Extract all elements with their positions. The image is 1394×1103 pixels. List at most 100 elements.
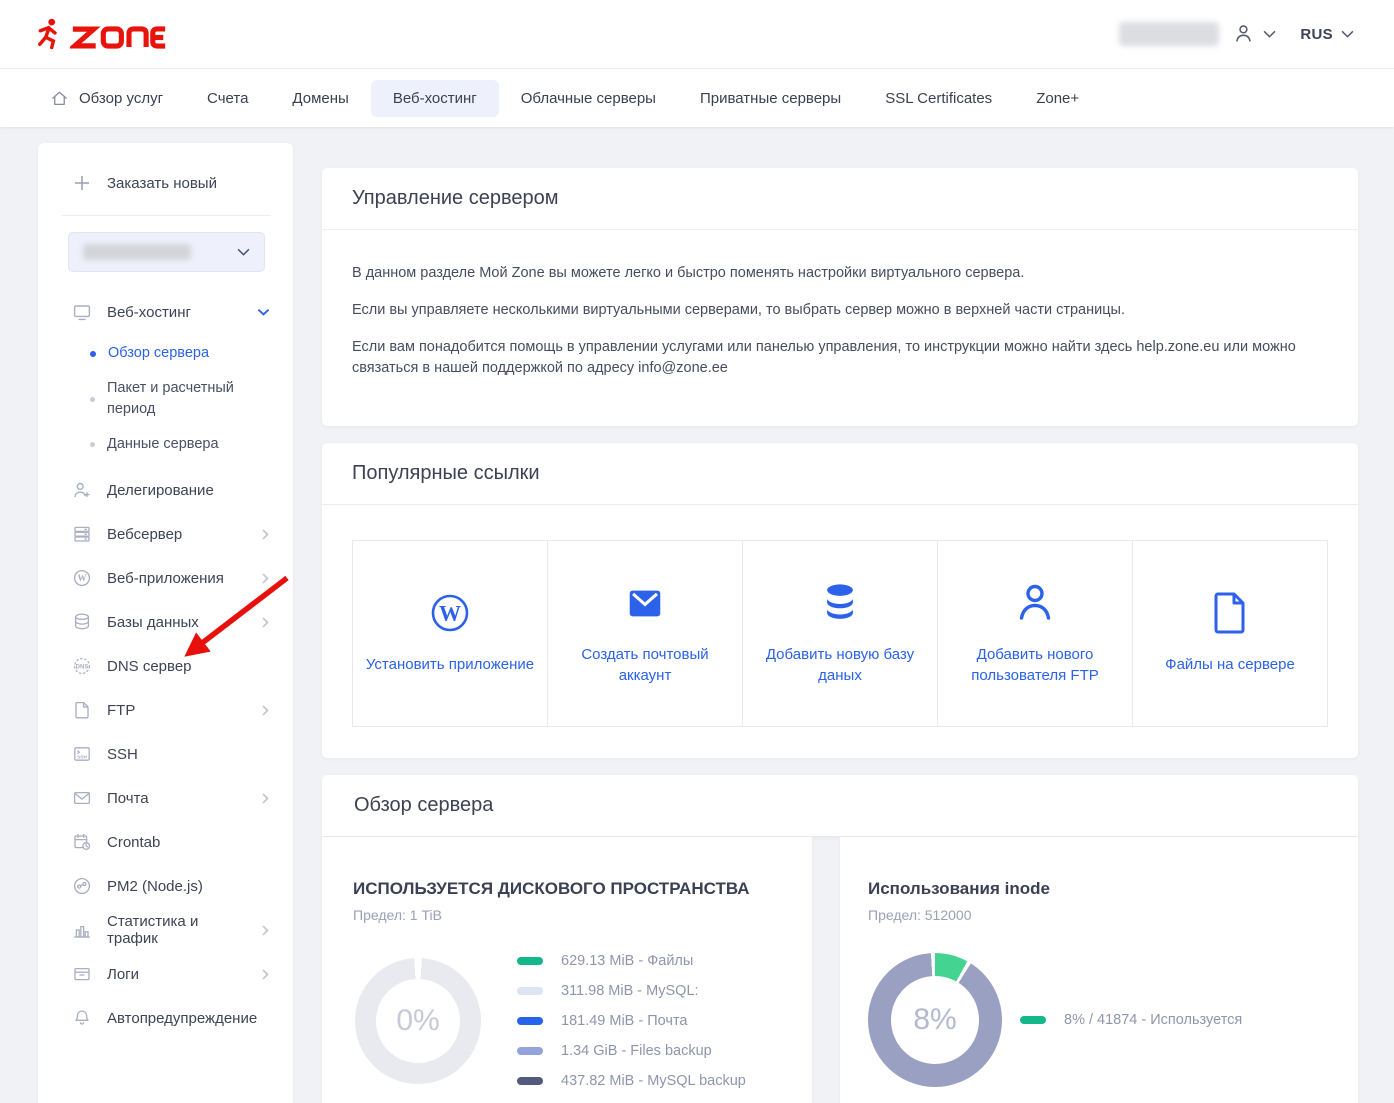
sidebar-item-mail[interactable]: Почта (38, 776, 293, 820)
server-icon (72, 524, 92, 544)
main-content: Управление сервером В данном разделе Мой… (322, 168, 1358, 1103)
legend-item-files: 629.13 MiB - Файлы (517, 953, 746, 969)
sidebar-group-webhosting[interactable]: Веб-хостинг (38, 290, 293, 334)
sidebar-server-select[interactable] (68, 232, 265, 272)
sidebar-webhosting-sublist: Обзор сервера Пакет и расчетный период Д… (38, 334, 293, 468)
database-icon (72, 612, 92, 632)
sidebar-item-logs[interactable]: Логи (38, 952, 293, 996)
legend-swatch (517, 987, 543, 995)
bar-chart-icon (72, 920, 92, 940)
disk-usage-donut-chart: 0% (355, 958, 481, 1084)
chevron-down-icon (1341, 30, 1354, 38)
sidebar-item-delegation[interactable]: Делегирование (38, 468, 293, 512)
sidebar-subitem-server-data[interactable]: Данные сервера (38, 427, 293, 462)
chevron-right-icon (262, 793, 269, 804)
ssh-terminal-icon: SSH (72, 744, 92, 764)
sidebar-item-stats-traffic[interactable]: Статистика и трафик (38, 908, 293, 952)
svg-text:W: W (439, 601, 461, 626)
sidebar-subitem-server-overview[interactable]: Обзор сервера (38, 336, 293, 371)
svg-text:DNS: DNS (76, 664, 89, 670)
server-management-text: В данном разделе Мой Zone вы можете легк… (322, 230, 1358, 426)
masked-server-name (83, 244, 191, 260)
chevron-right-icon (262, 925, 269, 936)
bullet-icon (90, 442, 95, 447)
card-title: Управление сервером (322, 168, 1358, 230)
user-icon (1013, 581, 1057, 625)
plus-icon (72, 173, 92, 193)
inode-usage-limit: Предел: 512000 (868, 907, 1330, 923)
zone-wordmark (70, 24, 168, 51)
server-overview-card: Обзор сервера ИСПОЛЬЗУЕТСЯ ДИСКОВОГО ПРО… (322, 775, 1358, 1103)
sidebar-item-crontab[interactable]: Crontab (38, 820, 293, 864)
mail-icon (72, 788, 92, 808)
nav-item-domains[interactable]: Домены (270, 80, 370, 117)
svg-text:SSH: SSH (77, 754, 87, 760)
sidebar-subitem-package-period[interactable]: Пакет и расчетный период (38, 371, 293, 427)
chevron-right-icon (262, 573, 269, 584)
popular-link-create-mail[interactable]: Создать почтовый аккаунт (548, 541, 743, 726)
inode-usage-percent: 8% (868, 953, 1002, 1087)
disk-usage-legend: 629.13 MiB - Файлы 311.98 MiB - MySQL: 1… (517, 953, 746, 1089)
chevron-right-icon (262, 617, 269, 628)
legend-item-files-backup: 1.34 GiB - Files backup (517, 1043, 746, 1059)
disk-usage-heading: ИСПОЛЬЗУЕТСЯ ДИСКОВОГО ПРОСТРАНСТВА (353, 879, 784, 899)
legend-swatch (517, 1047, 543, 1055)
user-icon (1233, 23, 1255, 45)
nav-item-invoices[interactable]: Счета (185, 80, 270, 117)
popular-link-install-app[interactable]: W Установить приложение (353, 541, 548, 726)
disk-usage-percent: 0% (355, 958, 481, 1084)
bullet-icon (90, 397, 95, 402)
language-selector[interactable]: RUS (1300, 26, 1354, 43)
sidebar-item-autowarning[interactable]: Автопредупреждение (38, 996, 293, 1040)
sidebar-item-ssh[interactable]: SSH SSH (38, 732, 293, 776)
sidebar-item-webserver[interactable]: Вебсервер (38, 512, 293, 556)
user-plus-icon (72, 480, 92, 500)
nav-item-private-servers[interactable]: Приватные серверы (678, 80, 863, 117)
legend-swatch (517, 957, 543, 965)
sidebar-item-ftp[interactable]: FTP (38, 688, 293, 732)
main-nav: Обзор услуг Счета Домены Веб-хостинг Обл… (0, 68, 1394, 127)
popular-link-add-ftp-user[interactable]: Добавить нового пользователя FTP (938, 541, 1133, 726)
paragraph: Если вам понадобится помощь в управлении… (352, 337, 1328, 381)
inode-usage-donut-chart: 8% (868, 953, 1002, 1087)
nav-item-zone-plus[interactable]: Zone+ (1014, 80, 1101, 117)
nav-item-services-overview[interactable]: Обзор услуг (28, 79, 185, 118)
legend-swatch (1020, 1016, 1046, 1024)
sidebar-item-web-apps[interactable]: W Веб-приложения (38, 556, 293, 600)
popular-link-add-database[interactable]: Добавить новую базу даных (743, 541, 938, 726)
sidebar-order-new-button[interactable]: Заказать новый (38, 165, 293, 201)
calendar-clock-icon (72, 832, 92, 852)
popular-links-tiles: W Установить приложение Создать почтовый… (322, 505, 1358, 758)
nav-item-webhosting[interactable]: Веб-хостинг (371, 80, 499, 117)
legend-item-mail: 181.49 MiB - Почта (517, 1013, 746, 1029)
nav-item-ssl-certificates[interactable]: SSL Certificates (863, 80, 1014, 117)
legend-swatch (517, 1077, 543, 1085)
paragraph: В данном разделе Мой Zone вы можете легк… (352, 263, 1328, 285)
legend-swatch (517, 1017, 543, 1025)
wordpress-icon: W (72, 568, 92, 588)
sidebar-item-dns-server[interactable]: DNS DNS сервер (38, 644, 293, 688)
svg-text:W: W (78, 573, 87, 583)
sidebar-item-databases[interactable]: Базы данных (38, 600, 293, 644)
popular-links-card: Популярные ссылки W Установить приложени… (322, 443, 1358, 758)
inode-usage-heading: Использования inode (868, 879, 1330, 899)
popular-link-server-files[interactable]: Файлы на сервере (1133, 541, 1327, 726)
chevron-down-icon (1263, 30, 1276, 38)
monitor-icon (72, 302, 92, 322)
nav-item-cloud-servers[interactable]: Облачные серверы (499, 80, 678, 117)
inode-usage-panel: Использования inode Предел: 512000 8% 8%… (840, 837, 1358, 1103)
language-label: RUS (1300, 26, 1333, 43)
disk-usage-limit: Предел: 1 TiB (353, 907, 784, 923)
sidebar-item-pm2[interactable]: PM2 (Node.js) (38, 864, 293, 908)
zone-runner-icon (36, 17, 62, 51)
legend-item-mysql: 311.98 MiB - MySQL: (517, 983, 746, 999)
legend-item-mysql-backup: 437.82 MiB - MySQL backup (517, 1073, 746, 1089)
app-header: RUS (0, 0, 1394, 68)
inode-usage-legend: 8% / 41874 - Используется (1020, 1012, 1242, 1028)
sidebar: Заказать новый Веб-хостинг Обзор сервера… (38, 143, 293, 1103)
zone-logo[interactable] (36, 17, 168, 51)
user-menu[interactable] (1233, 23, 1276, 45)
mail-icon (624, 581, 666, 625)
divider (62, 215, 271, 216)
chevron-right-icon (262, 705, 269, 716)
